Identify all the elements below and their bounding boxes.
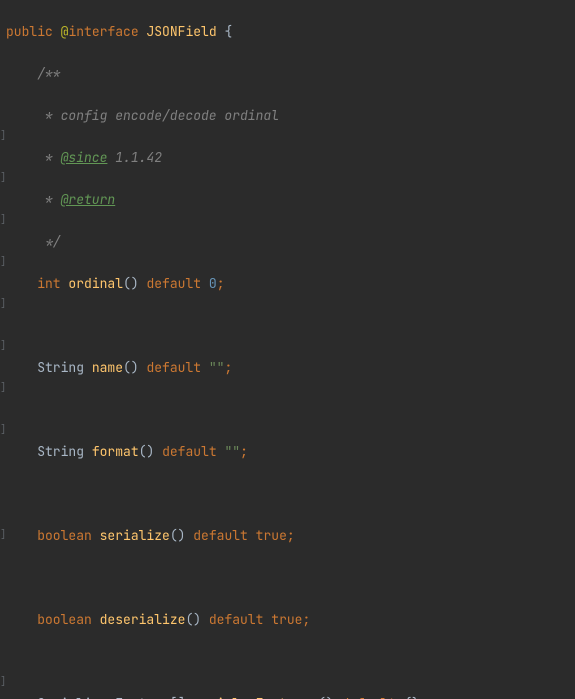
code-line: boolean deserialize() default true; xyxy=(6,609,575,630)
method-name: deserialize xyxy=(100,611,186,628)
keyword: boolean xyxy=(37,611,92,628)
type: String xyxy=(37,443,84,460)
keyword: public xyxy=(6,23,53,40)
string: "" xyxy=(224,443,240,460)
javadoc: 1.1.42 xyxy=(107,149,162,166)
javadoc: * config encode/decode ordinal xyxy=(37,107,279,124)
javadoc: */ xyxy=(37,233,60,250)
method-name: serialzeFeatures xyxy=(193,695,318,699)
keyword: int xyxy=(37,275,60,292)
semicolon: ; xyxy=(302,611,310,628)
parens: () xyxy=(185,611,201,628)
code-line xyxy=(6,483,575,504)
parens: () xyxy=(123,359,139,376)
keyword: boolean xyxy=(37,527,92,544)
keyword: true xyxy=(256,527,287,544)
code-line xyxy=(6,315,575,336)
code-line xyxy=(6,399,575,420)
code-line: public @interface JSONField { xyxy=(6,21,575,42)
method-name: serialize xyxy=(100,527,170,544)
semicolon: ; xyxy=(217,275,225,292)
keyword: true xyxy=(271,611,302,628)
parens: () xyxy=(318,695,334,699)
code-line: int ordinal() default 0; xyxy=(6,273,575,294)
type: String xyxy=(37,359,84,376)
keyword: default xyxy=(146,275,201,292)
braces: {} xyxy=(404,695,420,699)
keyword: default xyxy=(193,527,248,544)
interface-name: JSONField xyxy=(146,23,216,40)
number: 0 xyxy=(209,275,217,292)
keyword: default xyxy=(162,443,217,460)
string: "" xyxy=(209,359,225,376)
keyword: default xyxy=(146,359,201,376)
code-line xyxy=(6,567,575,588)
keyword: default xyxy=(341,695,396,699)
code-line xyxy=(6,651,575,672)
method-name: format xyxy=(92,443,139,460)
keyword: default xyxy=(209,611,264,628)
code-editor[interactable]: ]]]]]]]]]] public @interface JSONField {… xyxy=(0,0,575,699)
code-line: * config encode/decode ordinal xyxy=(6,105,575,126)
javadoc: * xyxy=(37,191,60,208)
javadoc: /** xyxy=(37,65,60,82)
brace: { xyxy=(224,23,232,40)
code-line: /** xyxy=(6,63,575,84)
javadoc-tag: @return xyxy=(61,191,116,208)
code-line: */ xyxy=(6,231,575,252)
parens: () xyxy=(123,275,139,292)
code-line: SerializerFeature[] serialzeFeatures() d… xyxy=(6,693,575,699)
code-line: String name() default ""; xyxy=(6,357,575,378)
javadoc-tag: @since xyxy=(61,149,108,166)
parens: () xyxy=(170,527,186,544)
keyword: interface xyxy=(68,23,138,40)
code-line: * @since 1.1.42 xyxy=(6,147,575,168)
type: SerializerFeature[] xyxy=(37,695,185,699)
method-name: ordinal xyxy=(68,275,123,292)
semicolon: ; xyxy=(287,527,295,544)
javadoc: * xyxy=(37,149,60,166)
semicolon: ; xyxy=(240,443,248,460)
semicolon: ; xyxy=(224,359,232,376)
code-area[interactable]: public @interface JSONField { /** * conf… xyxy=(6,0,575,699)
code-line: * @return xyxy=(6,189,575,210)
code-line: boolean serialize() default true; xyxy=(6,525,575,546)
method-name: name xyxy=(92,359,123,376)
parens: () xyxy=(139,443,155,460)
semicolon: ; xyxy=(419,695,427,699)
code-line: String format() default ""; xyxy=(6,441,575,462)
